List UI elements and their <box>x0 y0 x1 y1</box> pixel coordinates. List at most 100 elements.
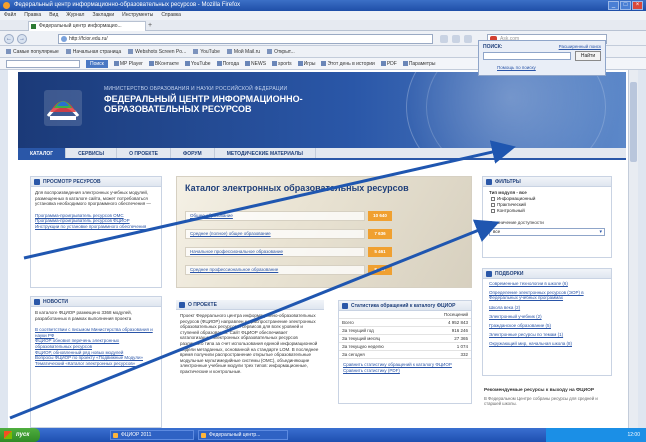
nav-forum[interactable]: ФОРУМ <box>171 148 215 158</box>
menu-edit[interactable]: Правка <box>24 11 41 20</box>
taskbar-item[interactable]: ФЦИОР 2011 <box>110 430 194 440</box>
bookmark-item[interactable]: Мой Mail.ru <box>227 46 260 57</box>
recommend-text: В Федеральном Центре собраны ресурсы для… <box>484 396 598 407</box>
site-search-input[interactable] <box>483 52 571 60</box>
system-tray: 12:00 <box>546 428 646 442</box>
tab-fcior[interactable]: Федеральный центр информацио... <box>28 21 146 31</box>
selection-link[interactable]: Определение электронных ресурсов (ЭОР) в… <box>483 288 611 302</box>
site-title[interactable]: ФЕДЕРАЛЬНЫЙ ЦЕНТР ИНФОРМАЦИОННО-ОБРАЗОВА… <box>104 94 304 114</box>
games-icon <box>297 61 303 66</box>
menu-view[interactable]: Вид <box>49 11 58 20</box>
menu-file[interactable]: Файл <box>4 11 16 20</box>
menu-tools[interactable]: Инструменты <box>122 11 153 20</box>
recommend-title: Рекомендуемые ресурсы к выходу на ФЦИОР <box>484 388 595 393</box>
stats-pdf-link[interactable]: Сравнить статистику (PDF) <box>343 368 467 374</box>
menu-history[interactable]: Журнал <box>66 11 84 20</box>
catalog-count: 10 640 <box>368 211 392 221</box>
bookmark-item[interactable]: Открыт... <box>267 46 295 57</box>
news-link[interactable]: Вопросы ФЦИОР по проекту «Подвижные Моду… <box>35 355 157 361</box>
vertical-scrollbar[interactable] <box>628 70 638 428</box>
news-icon <box>245 61 251 66</box>
ministry-label: МИНИСТЕРСТВО ОБРАЗОВАНИЯ И НАУКИ РОССИЙС… <box>104 86 288 92</box>
toolbar-item[interactable]: PDF <box>380 58 397 69</box>
toolbar-item[interactable]: Этот день в истории <box>321 58 375 69</box>
toolbar-item[interactable]: NEWS <box>245 58 266 69</box>
weather-icon <box>216 61 222 66</box>
catalog-row[interactable]: Среднее профессиональное образование 8 12… <box>185 265 392 275</box>
toolbar-item[interactable]: MP Player <box>113 58 143 69</box>
taskbar-item[interactable]: Федеральный центр... <box>198 430 288 440</box>
nav-about[interactable]: О ПРОЕКТЕ <box>117 148 171 158</box>
window-title: Федеральный центр информационно-образова… <box>14 2 241 8</box>
toolbar-item[interactable]: Погода <box>216 58 239 69</box>
toolbar-item[interactable]: YouTube <box>184 58 211 69</box>
nav-methodical[interactable]: МЕТОДИЧЕСКИЕ МАТЕРИАЛЫ <box>215 148 316 158</box>
youtube-icon <box>184 61 190 66</box>
toolbar-item[interactable]: ВКонтакте <box>148 58 179 69</box>
bookmark-star-icon[interactable] <box>440 35 448 43</box>
selection-link[interactable]: Электронные ресурсы по темам (1) <box>483 330 611 339</box>
checkbox[interactable] <box>491 197 495 201</box>
player-icon <box>113 61 119 66</box>
catalog-count: 8 127 <box>368 265 392 275</box>
start-button[interactable]: пуск <box>0 428 40 442</box>
maximize-button[interactable]: □ <box>620 1 631 10</box>
panel-title: ПРОСМОТР РЕСУРСОВ <box>31 177 161 187</box>
selection-link[interactable]: Окружающий мир, начальная школа (8) <box>483 339 611 348</box>
search-help-link[interactable]: Помощь по поиску <box>497 65 536 70</box>
news-link[interactable]: Тематический «Каталог электронных ресурс… <box>35 361 157 367</box>
fcior-logo[interactable] <box>40 86 86 130</box>
forward-button[interactable]: → <box>17 34 27 44</box>
catalog-title: Каталог электронных образовательных ресу… <box>185 183 409 193</box>
catalog-row[interactable]: Среднее (полное) общее образование 7 636 <box>185 229 392 239</box>
nav-services[interactable]: СЕРВИСЫ <box>66 148 118 158</box>
toolbar-item[interactable]: Параметры <box>402 58 435 69</box>
minimize-button[interactable]: _ <box>608 1 619 10</box>
selection-link[interactable]: Школа века (2) <box>483 303 611 312</box>
new-tab-button[interactable]: + <box>148 22 156 30</box>
close-button[interactable]: × <box>632 1 643 10</box>
toolbar-find-button[interactable]: Поиск <box>86 60 108 68</box>
windows-taskbar: пуск ФЦИОР 2011 Федеральный центр... 12:… <box>0 428 646 442</box>
menu-bookmarks[interactable]: Закладки <box>92 11 114 20</box>
stats-compare-link[interactable]: Сравнить статистику обращений к каталогу… <box>343 362 467 368</box>
bookmark-item[interactable]: YouTube <box>193 46 220 57</box>
panel-title: О ПРОЕКТЕ <box>176 300 324 310</box>
news-link[interactable]: В соответствии с письмом Министерства об… <box>35 327 157 338</box>
about-text: Проект Федерального центра информационно… <box>180 313 319 374</box>
news-panel: НОВОСТИ В каталоге ФЦИОР размещено 3368 … <box>30 296 162 428</box>
nav-catalog[interactable]: КАТАЛОГ <box>18 148 67 158</box>
access-select[interactable]: все <box>489 228 605 236</box>
bookmark-item[interactable]: Самые популярные <box>6 46 59 57</box>
selection-link[interactable]: Современные технологии в школе (6) <box>483 279 611 288</box>
bookmark-item[interactable]: Webshots Screen Po... <box>128 46 186 57</box>
checkbox[interactable] <box>491 203 495 207</box>
install-instructions-link[interactable]: Инструкции по установке программного обе… <box>35 224 157 230</box>
bookmark-item[interactable]: Начальная страница <box>66 46 121 57</box>
advanced-search-link[interactable]: Расширенный поиск <box>559 44 601 49</box>
panel-title: Статистика обращений к каталогу ФЦИОР <box>339 301 471 311</box>
filters-panel: ФИЛЬТРЫ Тип модуля - все Информационный … <box>482 176 612 258</box>
catalog-row[interactable]: Общее образование 10 640 <box>185 211 392 221</box>
site-search-button[interactable]: Найти <box>575 51 601 61</box>
selection-link[interactable]: Гражданское образование (5) <box>483 321 611 330</box>
selection-link[interactable]: Электронный учебник (2) <box>483 312 611 321</box>
catalog-row[interactable]: Начальное профессиональное образование 5 … <box>185 247 392 257</box>
toolbar-item[interactable]: sports <box>272 58 292 69</box>
site-search-panel: ПОИСК: Расширенный поиск Найти Помощь по… <box>478 40 606 76</box>
back-button[interactable]: ← <box>4 34 14 44</box>
panel-text: Для воспроизведения электронных учебных … <box>35 190 151 207</box>
reload-icon[interactable] <box>452 35 460 43</box>
scrollbar-thumb[interactable] <box>630 82 637 162</box>
stop-icon[interactable] <box>464 35 472 43</box>
toolbar-item[interactable]: Игры <box>297 58 315 69</box>
menu-help[interactable]: Справка <box>161 11 181 20</box>
toolbar-search-input[interactable] <box>6 60 80 68</box>
history-icon <box>321 61 327 66</box>
table-row: Всего 4 952 843 <box>339 318 471 327</box>
address-bar[interactable]: http://fcior.edu.ru/ <box>58 34 433 44</box>
filter-control[interactable]: Контрольный <box>483 208 611 214</box>
catalog-count: 5 461 <box>368 247 392 257</box>
checkbox[interactable] <box>491 209 495 213</box>
news-link[interactable]: ФЦИОР обновил перечень электронных образ… <box>35 338 157 349</box>
